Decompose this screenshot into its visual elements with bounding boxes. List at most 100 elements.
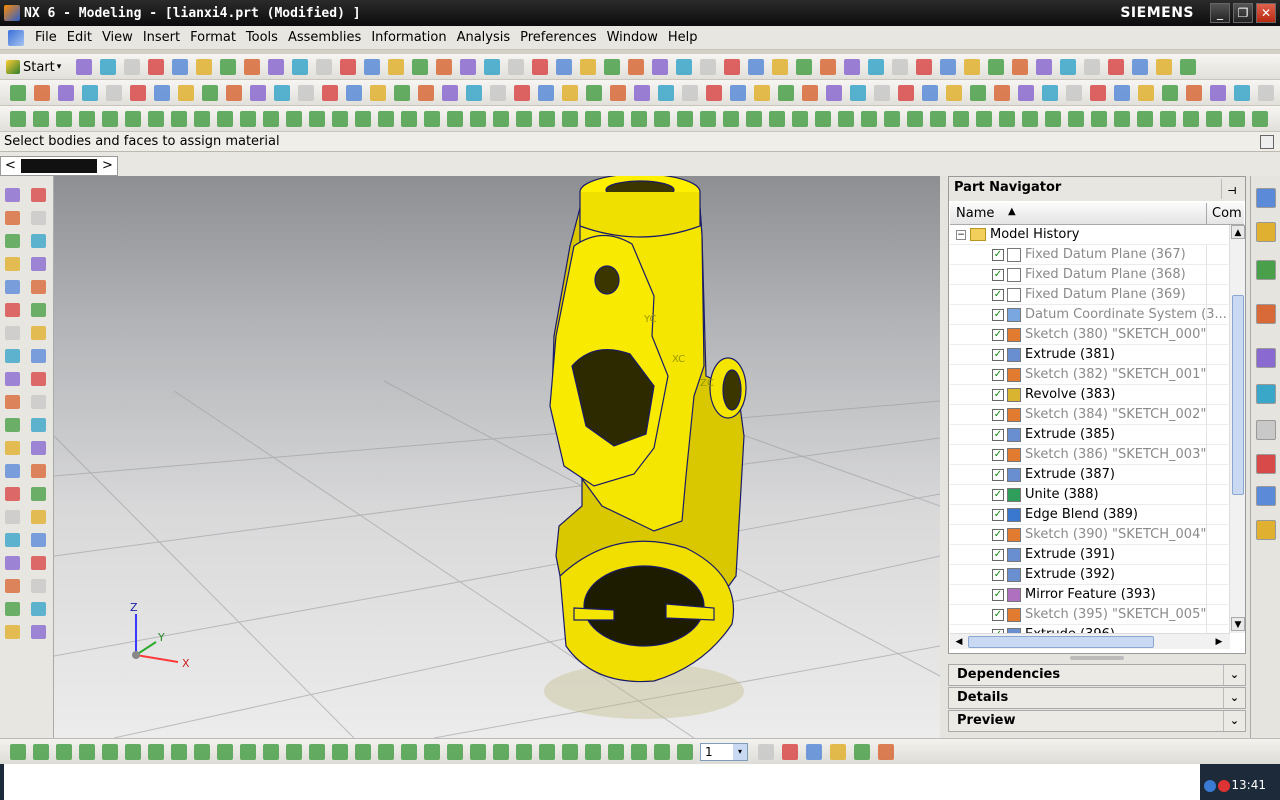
scroll-right-arrow[interactable]: > xyxy=(102,158,113,174)
toolbar-command-icon[interactable] xyxy=(240,111,256,127)
toolbar-command-icon[interactable] xyxy=(1084,59,1100,75)
left-toolbar-icon[interactable] xyxy=(31,579,46,593)
toolbar-command-icon[interactable] xyxy=(106,85,122,101)
toolbar-command-icon[interactable] xyxy=(874,85,890,101)
toolbar-command-icon[interactable] xyxy=(220,59,236,75)
toolbar-command-icon[interactable] xyxy=(604,59,620,75)
toolbar-command-icon[interactable] xyxy=(263,111,279,127)
toolbar-command-icon[interactable] xyxy=(758,744,774,760)
toolbar-command-icon[interactable] xyxy=(677,744,693,760)
toolbar-command-icon[interactable] xyxy=(1042,85,1058,101)
left-toolbar-icon[interactable] xyxy=(31,533,46,547)
left-toolbar-icon[interactable] xyxy=(5,487,20,501)
toolbar-command-icon[interactable] xyxy=(102,111,118,127)
pin-icon[interactable]: ⊣ xyxy=(1225,181,1239,197)
left-toolbar-icon[interactable] xyxy=(5,579,20,593)
left-toolbar-icon[interactable] xyxy=(5,257,20,271)
details-panel[interactable]: Details ⌄ xyxy=(948,687,1246,709)
nx-app-icon[interactable] xyxy=(4,5,20,21)
toolbar-command-icon[interactable] xyxy=(1156,59,1172,75)
toolbar-command-icon[interactable] xyxy=(447,744,463,760)
toolbar-command-icon[interactable] xyxy=(654,744,670,760)
left-toolbar-icon[interactable] xyxy=(31,257,46,271)
toolbar-command-icon[interactable] xyxy=(1018,85,1034,101)
toolbar-command-icon[interactable] xyxy=(226,85,242,101)
yellow-part-model[interactable] xyxy=(549,176,747,683)
scroll-down-arrow[interactable]: ▼ xyxy=(1231,617,1245,631)
toolbar-command-icon[interactable] xyxy=(1206,111,1222,127)
tree-horizontal-scrollbar[interactable]: ◀ ▶ xyxy=(950,633,1230,649)
toolbar-command-icon[interactable] xyxy=(194,744,210,760)
cue-options-icon[interactable] xyxy=(1260,135,1274,149)
toolbar-command-icon[interactable] xyxy=(378,744,394,760)
toolbar-command-icon[interactable] xyxy=(1012,59,1028,75)
toolbar-command-icon[interactable] xyxy=(217,111,233,127)
toolbar-command-icon[interactable] xyxy=(332,111,348,127)
toolbar-command-icon[interactable] xyxy=(1252,111,1268,127)
toolbar-command-icon[interactable] xyxy=(202,85,218,101)
toolbar-command-icon[interactable] xyxy=(1162,85,1178,101)
toolbar-command-icon[interactable] xyxy=(539,744,555,760)
visibility-checkbox[interactable]: ✓ xyxy=(992,269,1004,281)
toolbar-command-icon[interactable] xyxy=(892,59,908,75)
left-toolbar-icon[interactable] xyxy=(31,556,46,570)
menu-insert[interactable]: Insert xyxy=(138,30,185,45)
toolbar-command-icon[interactable] xyxy=(562,744,578,760)
resource-tab-icon[interactable] xyxy=(1256,260,1276,280)
toolbar-command-icon[interactable] xyxy=(309,744,325,760)
visibility-checkbox[interactable]: ✓ xyxy=(992,349,1004,361)
menu-analysis[interactable]: Analysis xyxy=(452,30,516,45)
toolbar-command-icon[interactable] xyxy=(33,111,49,127)
tree-row[interactable]: ✓ Revolve (383) xyxy=(950,385,1228,405)
tree-row[interactable]: ✓ Extrude (381) xyxy=(950,345,1228,365)
toolbar-command-icon[interactable] xyxy=(778,85,794,101)
tree-row[interactable]: ✓ Sketch (386) "SKETCH_003" xyxy=(950,445,1228,465)
resource-tab-icon[interactable] xyxy=(1256,348,1276,368)
tree-row[interactable]: ✓ Extrude (392) xyxy=(950,565,1228,585)
toolbar-command-icon[interactable] xyxy=(125,111,141,127)
toolbar-command-icon[interactable] xyxy=(994,85,1010,101)
visibility-checkbox[interactable]: ✓ xyxy=(992,529,1004,541)
toolbar-command-icon[interactable] xyxy=(826,85,842,101)
toolbar-command-icon[interactable] xyxy=(76,59,92,75)
tree-row[interactable]: ✓ Fixed Datum Plane (367) xyxy=(950,245,1228,265)
toolbar-command-icon[interactable] xyxy=(706,85,722,101)
toolbar-command-icon[interactable] xyxy=(677,111,693,127)
toolbar-command-icon[interactable] xyxy=(634,85,650,101)
toolbar-command-icon[interactable] xyxy=(58,85,74,101)
horizontal-scroll-thumb[interactable] xyxy=(968,636,1154,648)
toolbar-command-icon[interactable] xyxy=(586,85,602,101)
resource-tab-icon[interactable] xyxy=(1256,454,1276,474)
sort-ascending-icon[interactable]: ▲ xyxy=(1008,206,1016,217)
toolbar-command-icon[interactable] xyxy=(125,744,141,760)
toolbar-command-icon[interactable] xyxy=(930,111,946,127)
toolbar-command-icon[interactable] xyxy=(1068,111,1084,127)
toolbar-command-icon[interactable] xyxy=(292,59,308,75)
scroll-left-arrow[interactable]: ◀ xyxy=(952,635,966,649)
toolbar-command-icon[interactable] xyxy=(364,59,380,75)
visibility-checkbox[interactable]: ✓ xyxy=(992,489,1004,501)
tree-row[interactable]: ✓ Sketch (382) "SKETCH_001" xyxy=(950,365,1228,385)
visibility-checkbox[interactable]: ✓ xyxy=(992,409,1004,421)
toolbar-command-icon[interactable] xyxy=(861,111,877,127)
visibility-checkbox[interactable]: ✓ xyxy=(992,469,1004,481)
chevron-down-icon[interactable]: ⌄ xyxy=(1223,711,1245,731)
toolbar-command-icon[interactable] xyxy=(850,85,866,101)
toolbar-command-icon[interactable] xyxy=(148,59,164,75)
toolbar-command-icon[interactable] xyxy=(316,59,332,75)
resource-tab-icon[interactable] xyxy=(1256,520,1276,540)
resource-tab-icon[interactable] xyxy=(1256,420,1276,440)
vertical-scroll-thumb[interactable] xyxy=(1232,295,1244,495)
menu-preferences[interactable]: Preferences xyxy=(515,30,601,45)
toolbar-command-icon[interactable] xyxy=(286,111,302,127)
toolbar-command-icon[interactable] xyxy=(79,744,95,760)
toolbar-command-icon[interactable] xyxy=(878,744,894,760)
toolbar-command-icon[interactable] xyxy=(154,85,170,101)
tree-row[interactable]: ✓ Extrude (387) xyxy=(950,465,1228,485)
tree-row[interactable]: ✓ Datum Coordinate System (3... xyxy=(950,305,1228,325)
toolbar-command-icon[interactable] xyxy=(585,111,601,127)
model-history-tree[interactable]: − Model History ✓ Fixed Datum Plane (367)… xyxy=(950,225,1228,633)
toolbar-command-icon[interactable] xyxy=(355,111,371,127)
left-toolbar-icon[interactable] xyxy=(5,326,20,340)
toolbar-command-icon[interactable] xyxy=(631,744,647,760)
